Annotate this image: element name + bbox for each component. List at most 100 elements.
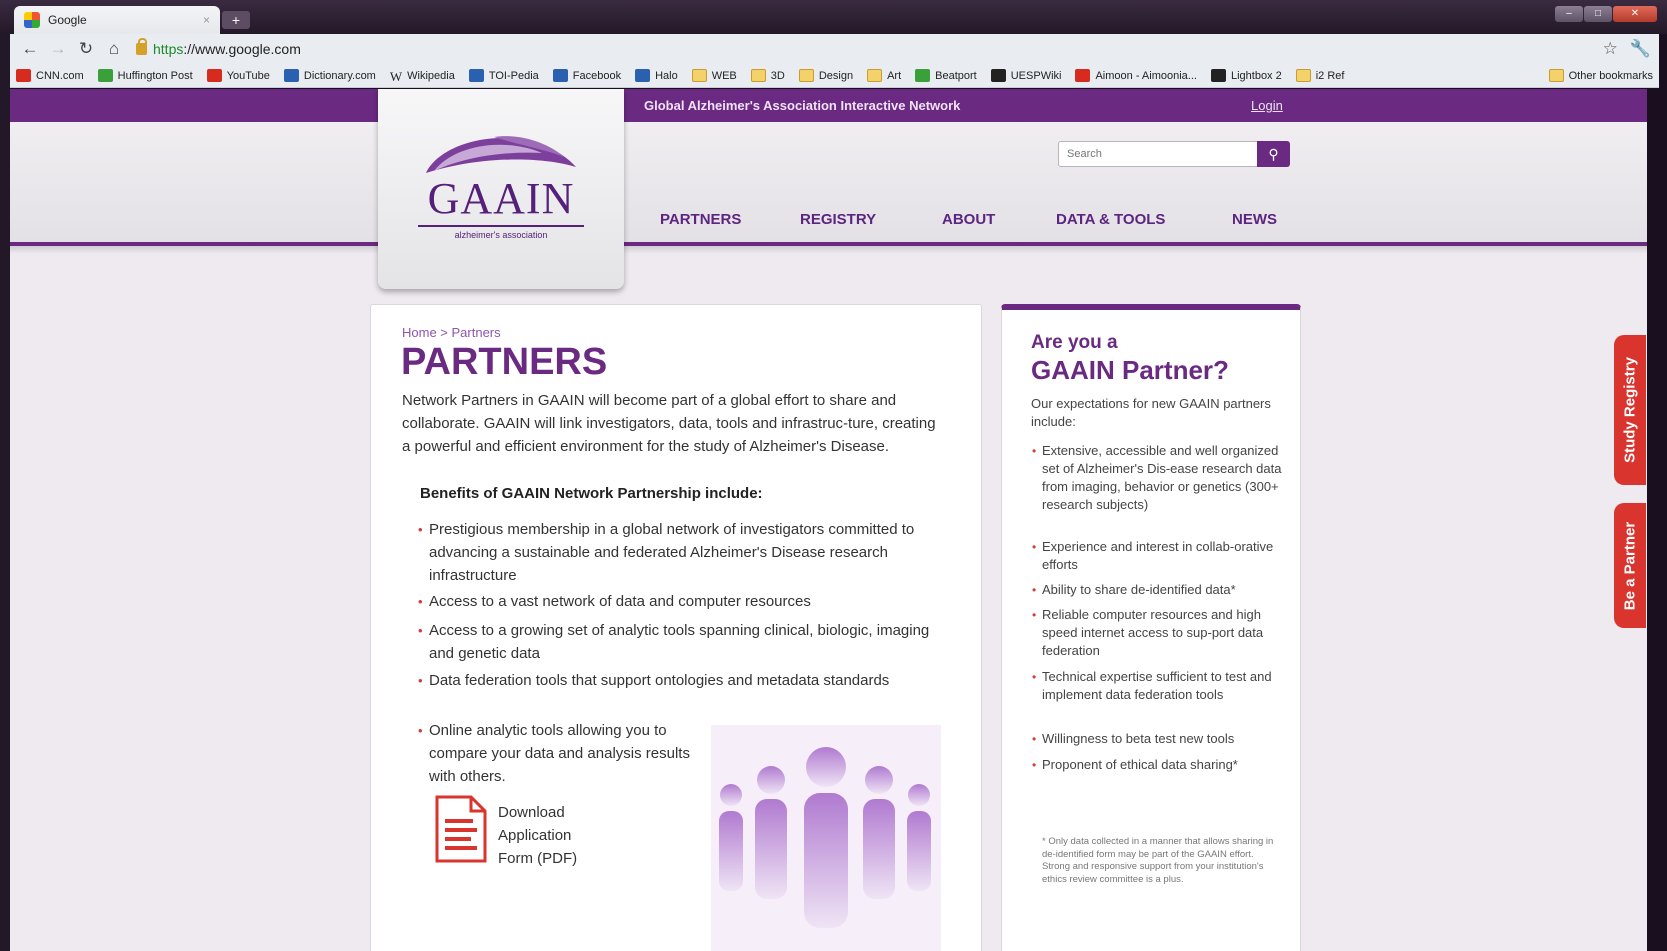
folder-icon (867, 69, 883, 82)
page-title: PARTNERS (401, 341, 608, 383)
bookmark-item[interactable]: Huffington Post (97, 69, 193, 82)
other-bookmarks[interactable]: Other bookmarks (1548, 69, 1653, 82)
side-heading-small: Are you a (1031, 332, 1118, 353)
wrench-menu-icon[interactable]: 🔧 (1630, 39, 1651, 59)
benefit-item: Online analytic tools allowing you to co… (418, 719, 699, 788)
expectation-item: Willingness to beta test new tools (1032, 730, 1282, 748)
breadcrumb[interactable]: Home > Partners (402, 325, 501, 340)
top-bar: Global Alzheimer's Association Interacti… (10, 89, 1647, 122)
back-arrow-icon[interactable]: ← (18, 37, 42, 61)
logo-subtitle: alzheimer's association (454, 230, 548, 240)
globe-logo-icon (426, 136, 576, 173)
benefits-heading: Benefits of GAAIN Network Partnership in… (420, 485, 763, 502)
folder-icon (1548, 69, 1564, 82)
star-bookmark-icon[interactable]: ☆ (1603, 39, 1618, 59)
bookmark-folder[interactable]: Art (867, 69, 901, 82)
tab-title: Google (48, 13, 87, 27)
forward-arrow-icon[interactable]: → (46, 37, 70, 61)
nav-about[interactable]: ABOUT (942, 211, 995, 228)
url-rest: ://www.google.com (183, 41, 301, 57)
lightbox-icon (1210, 69, 1226, 82)
bookmark-folder[interactable]: i2 Ref (1295, 69, 1344, 82)
search-input[interactable]: Search (1058, 141, 1258, 167)
bookmark-item[interactable]: TOI-Pedia (468, 69, 539, 82)
window-frame (1647, 89, 1667, 951)
login-link[interactable]: Login (1251, 98, 1283, 113)
toipedia-icon (468, 69, 484, 82)
bookmark-folder[interactable]: Design (798, 69, 853, 82)
folder-icon (1295, 69, 1311, 82)
search-icon: ⚲ (1268, 146, 1279, 162)
reload-icon[interactable]: ↻ (74, 37, 98, 61)
folder-icon (750, 69, 766, 82)
side-heading: GAAIN Partner? (1031, 355, 1229, 385)
benefit-item: Access to a growing set of analytic tool… (418, 619, 949, 665)
bookmark-item[interactable]: Aimoon - Aimoonia... (1075, 69, 1197, 82)
beatport-icon (915, 69, 931, 82)
google-favicon-icon (24, 12, 40, 28)
dictionary-icon (283, 69, 299, 82)
browser-toolbar: ← → ↻ ⌂ https://www.google.com ☆ 🔧 (10, 34, 1659, 64)
study-registry-tab[interactable]: Study Registry (1614, 335, 1646, 485)
intro-paragraph: Network Partners in GAAIN will become pa… (402, 392, 936, 455)
pdf-document-icon[interactable] (433, 795, 488, 863)
bookmark-folder[interactable]: 3D (750, 69, 785, 82)
benefit-item: Access to a vast network of data and com… (418, 590, 949, 613)
aimoon-icon (1075, 69, 1091, 82)
home-icon[interactable]: ⌂ (102, 37, 126, 61)
nav-data-tools[interactable]: DATA & TOOLS (1056, 211, 1165, 228)
close-window-button[interactable]: ✕ (1613, 6, 1657, 22)
be-a-partner-tab[interactable]: Be a Partner (1614, 503, 1646, 628)
partner-expectations-panel: Are you a GAAIN Partner? Our expectation… (1001, 304, 1301, 951)
bookmark-item[interactable]: Beatport (915, 69, 977, 82)
bookmark-item[interactable]: CNN.com (16, 69, 84, 82)
nav-registry[interactable]: REGISTRY (800, 211, 876, 228)
minimize-button[interactable]: – (1555, 6, 1583, 22)
nav-news[interactable]: NEWS (1232, 211, 1277, 228)
folder-icon (798, 69, 814, 82)
benefit-item: Prestigious membership in a global netwo… (418, 518, 949, 587)
lock-icon (136, 38, 147, 55)
browser-titlebar: Google × + – □ ✕ (0, 0, 1667, 34)
halo-icon (635, 69, 651, 82)
partners-content: Home > Partners PARTNERS Network Partner… (370, 304, 982, 951)
bookmark-folder[interactable]: WEB (691, 69, 737, 82)
browser-tab[interactable]: Google × (14, 6, 220, 34)
bookmark-item[interactable]: W Wikipedia (389, 69, 455, 84)
download-form-link[interactable]: Download Application Form (PDF) (498, 801, 593, 870)
facebook-icon (552, 69, 568, 82)
wikipedia-icon: W (389, 69, 403, 84)
new-tab-button[interactable]: + (222, 11, 250, 29)
bookmark-item[interactable]: Halo (635, 69, 678, 82)
expectation-item: Experience and interest in collab-orativ… (1032, 538, 1282, 574)
search-button[interactable]: ⚲ (1257, 141, 1290, 167)
expectation-item: Proponent of ethical data sharing* (1032, 756, 1282, 774)
close-tab-icon[interactable]: × (203, 13, 210, 27)
network-title: Global Alzheimer's Association Interacti… (644, 98, 961, 113)
side-footnote: * Only data collected in a manner that a… (1042, 836, 1274, 885)
bookmarks-bar: CNN.com Huffington Post YouTube Dictiona… (10, 64, 1659, 88)
bookmark-item[interactable]: YouTube (206, 69, 270, 82)
expectation-item: Extensive, accessible and well organized… (1032, 442, 1282, 514)
folder-icon (691, 69, 707, 82)
bookmark-item[interactable]: Facebook (552, 69, 621, 82)
side-intro: Our expectations for new GAAIN partners … (1031, 396, 1271, 429)
site-logo[interactable]: GAAIN alzheimer's association (378, 89, 624, 289)
huffington-icon (97, 69, 113, 82)
logo-text: GAAIN (427, 174, 575, 223)
cnn-icon (16, 69, 31, 82)
nav-partners[interactable]: PARTNERS (660, 211, 741, 228)
benefit-item: Data federation tools that support ontol… (418, 669, 949, 692)
url-scheme: https (153, 41, 184, 57)
youtube-icon (206, 69, 222, 82)
page-viewport: Global Alzheimer's Association Interacti… (10, 89, 1647, 951)
address-bar[interactable]: https://www.google.com (136, 37, 301, 61)
window-frame (0, 34, 10, 951)
maximize-button[interactable]: □ (1584, 6, 1612, 22)
expectation-item: Reliable computer resources and high spe… (1032, 606, 1282, 660)
bookmark-item[interactable]: UESPWiki (990, 69, 1061, 82)
people-illustration (711, 725, 941, 951)
bookmark-item[interactable]: Dictionary.com (283, 69, 376, 82)
expectation-item: Ability to share de-identified data* (1032, 581, 1282, 599)
bookmark-item[interactable]: Lightbox 2 (1210, 69, 1282, 82)
